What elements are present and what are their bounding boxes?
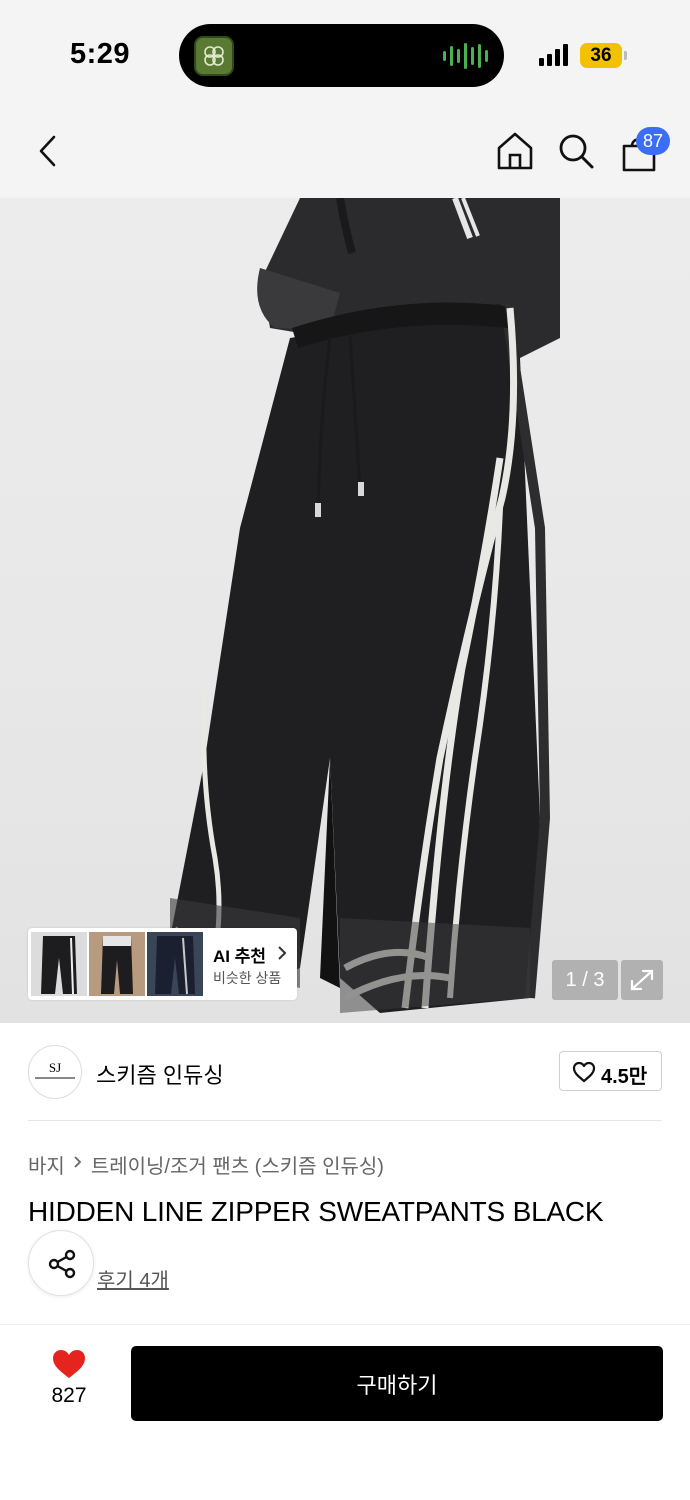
share-icon [48, 1249, 76, 1279]
brand-like-count: 4.5만 [601, 1066, 648, 1088]
brand-name[interactable]: 스키즘 인듀싱 [96, 1058, 224, 1090]
status-time: 5:29 [70, 38, 131, 70]
audio-wave-icon [443, 42, 488, 70]
share-button[interactable] [28, 1230, 94, 1296]
chevron-left-icon[interactable] [34, 134, 64, 168]
dynamic-island [179, 24, 504, 87]
recommend-thumb-3 [147, 932, 203, 996]
ai-recommend-title: AI 추천 [213, 947, 267, 966]
breadcrumb-separator-icon [73, 1153, 83, 1176]
ai-recommend-subtitle: 비슷한 상품 [213, 970, 282, 986]
product-image[interactable] [0, 198, 690, 1023]
heart-filled-icon [53, 1350, 85, 1378]
status-bar: 5:29 36 [0, 0, 690, 110]
ai-recommend-card[interactable]: AI 추천 비슷한 상품 [28, 928, 297, 1000]
recommend-thumb-1 [31, 932, 87, 996]
brand-like-button[interactable]: 4.5만 [559, 1051, 662, 1091]
brand-logo[interactable]: SJ [28, 1045, 82, 1099]
app-icon [194, 36, 234, 76]
bottom-bar-divider [0, 1324, 690, 1325]
battery-tip [624, 51, 627, 60]
image-counter: 1 / 3 [552, 960, 618, 1000]
breadcrumb-subcategory[interactable]: 트레이닝/조거 팬츠 (스키즘 인듀싱) [91, 1150, 384, 1179]
sweatpants-photo [170, 198, 560, 1013]
breadcrumb-category[interactable]: 바지 [28, 1150, 65, 1179]
wishlist-count: 827 [51, 1384, 87, 1407]
expand-icon [630, 969, 654, 991]
product-title: HIDDEN LINE ZIPPER SWEATPANTS BLACK [28, 1196, 604, 1227]
reviews-link[interactable]: 후기 4개 [97, 1264, 169, 1293]
breadcrumb: 바지 트레이닝/조거 팬츠 (스키즘 인듀싱) [28, 1150, 384, 1179]
divider [28, 1120, 662, 1121]
wishlist-button[interactable]: 827 [40, 1348, 98, 1418]
brand-logo-mark: SJ [48, 1060, 62, 1075]
battery-icon: 36 [580, 43, 622, 68]
chevron-right-icon [278, 946, 287, 960]
cellular-signal-icon [539, 44, 568, 66]
search-icon[interactable] [556, 131, 596, 171]
recommend-thumb-2 [89, 932, 145, 996]
cart-count-badge: 87 [636, 127, 670, 155]
buy-button[interactable]: 구매하기 [131, 1346, 663, 1421]
expand-button[interactable] [621, 960, 663, 1000]
heart-outline-icon [572, 1061, 596, 1083]
home-icon[interactable] [495, 130, 535, 172]
brand-logo-wordmark [35, 1077, 75, 1079]
